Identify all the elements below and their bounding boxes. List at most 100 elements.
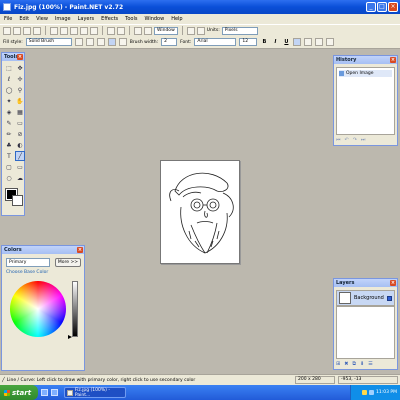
pencil-icon[interactable]: ✏ xyxy=(4,129,14,139)
grid-icon[interactable] xyxy=(186,26,195,35)
move-selection-icon[interactable]: ✥ xyxy=(15,63,25,73)
status-line-icon: ╱ xyxy=(2,377,5,383)
more-colors-button[interactable]: More >> xyxy=(55,258,81,267)
undo-icon[interactable] xyxy=(107,26,115,35)
lasso-select-icon[interactable]: ℓ xyxy=(4,74,14,84)
align-center-icon[interactable] xyxy=(304,38,313,46)
color-picker-icon[interactable]: ⊘ xyxy=(15,129,25,139)
menu-window[interactable]: Window xyxy=(144,16,164,22)
slider-handle-icon[interactable] xyxy=(68,335,72,339)
clone-stamp-icon[interactable]: ♣ xyxy=(4,140,14,150)
menu-image[interactable]: Image xyxy=(55,16,71,22)
print-icon[interactable] xyxy=(33,26,41,35)
ellipse-icon[interactable]: ○ xyxy=(4,173,14,183)
menu-file[interactable]: File xyxy=(4,16,12,22)
draw-filled-shape-icon[interactable] xyxy=(85,38,94,46)
rectangle-icon[interactable]: ▢ xyxy=(4,162,14,172)
rectangle-select-icon[interactable]: ⬚ xyxy=(4,63,14,73)
paintbrush-icon[interactable]: ✎ xyxy=(4,118,14,128)
gradient-icon[interactable]: ▦ xyxy=(15,107,25,117)
rewind-icon[interactable]: ⏮ xyxy=(336,137,341,143)
deselect-icon[interactable] xyxy=(90,26,98,35)
colors-close-icon[interactable]: × xyxy=(77,247,83,253)
open-icon[interactable] xyxy=(13,26,21,35)
alpha-blending-icon[interactable] xyxy=(118,38,127,46)
font-size-select[interactable]: 12 xyxy=(239,38,258,46)
copy-icon[interactable] xyxy=(60,26,68,35)
duplicate-layer-icon[interactable]: ⧉ xyxy=(352,361,356,367)
quick-launch-ie-icon[interactable] xyxy=(41,389,48,396)
ellipse-select-icon[interactable]: ◯ xyxy=(4,85,14,95)
menu-view[interactable]: View xyxy=(36,16,48,22)
brightness-slider[interactable] xyxy=(72,281,78,337)
layers-close-icon[interactable]: × xyxy=(390,280,396,286)
menu-edit[interactable]: Edit xyxy=(19,16,29,22)
align-left-icon[interactable] xyxy=(293,38,302,46)
start-button[interactable]: start xyxy=(0,385,38,400)
zoom-out-icon[interactable] xyxy=(144,26,152,35)
text-icon[interactable]: T xyxy=(4,151,14,161)
italic-button[interactable]: I xyxy=(271,39,279,45)
freeform-shape-icon[interactable]: ☁ xyxy=(15,173,25,183)
zoom-select[interactable]: Window xyxy=(154,26,178,35)
save-icon[interactable] xyxy=(23,26,31,35)
move-icon[interactable]: ✢ xyxy=(15,74,25,84)
history-close-icon[interactable]: × xyxy=(390,57,396,63)
delete-layer-icon[interactable]: ✖ xyxy=(344,361,348,367)
redo-history-icon[interactable]: ↷ xyxy=(353,137,357,143)
close-button[interactable]: × xyxy=(388,2,398,12)
clock[interactable]: 11:03 PM xyxy=(376,390,397,395)
magic-wand-icon[interactable]: ✦ xyxy=(4,96,14,106)
minimize-button[interactable]: _ xyxy=(366,2,376,12)
cut-icon[interactable] xyxy=(50,26,58,35)
layer-properties-icon[interactable]: ☰ xyxy=(368,361,372,367)
menu-help[interactable]: Help xyxy=(171,16,182,22)
menu-effects[interactable]: Effects xyxy=(101,16,118,22)
fill-style-select[interactable]: Solid Brush xyxy=(25,38,72,46)
quick-launch-desktop-icon[interactable] xyxy=(51,389,58,396)
line-curve-icon[interactable]: ╱ xyxy=(15,151,25,161)
underline-button[interactable]: U xyxy=(282,39,290,45)
align-right-icon[interactable] xyxy=(315,38,324,46)
redo-icon[interactable] xyxy=(117,26,125,35)
image-canvas[interactable] xyxy=(160,160,240,264)
app-icon[interactable] xyxy=(3,3,11,11)
units-select[interactable]: Pixels xyxy=(221,26,258,35)
menu-layers[interactable]: Layers xyxy=(78,16,95,22)
add-layer-icon[interactable]: ⊞ xyxy=(336,361,340,367)
color-wheel[interactable] xyxy=(10,281,66,337)
paste-icon[interactable] xyxy=(70,26,78,35)
layer-visibility-checkbox[interactable] xyxy=(387,295,392,301)
undo-history-icon[interactable]: ↶ xyxy=(345,137,349,143)
zoom-icon[interactable]: ⚲ xyxy=(15,85,25,95)
menu-tools[interactable]: Tools xyxy=(125,16,137,22)
tray-icon[interactable] xyxy=(362,390,367,395)
recolor-icon[interactable]: ◐ xyxy=(15,140,25,150)
ruler-icon[interactable] xyxy=(196,26,205,35)
layer-row[interactable]: Background xyxy=(336,290,395,306)
zoom-in-icon[interactable] xyxy=(134,26,142,35)
crop-icon[interactable] xyxy=(80,26,88,35)
pan-icon[interactable]: ✋ xyxy=(15,96,25,106)
rounded-rectangle-icon[interactable]: ▭ xyxy=(15,162,25,172)
draw-filled-outline-icon[interactable] xyxy=(96,38,105,46)
eraser-icon[interactable]: ▭ xyxy=(15,118,25,128)
maximize-button[interactable]: □ xyxy=(377,2,387,12)
taskbar-window-button[interactable]: Fiz.jpg (100%) - Paint... xyxy=(64,387,126,398)
antialiasing-icon[interactable] xyxy=(107,38,116,46)
font-label: Font: xyxy=(180,39,192,45)
paint-bucket-icon[interactable]: ◈ xyxy=(4,107,14,117)
fast-forward-icon[interactable]: ⏭ xyxy=(361,137,366,143)
new-icon[interactable] xyxy=(3,26,11,35)
tools-close-icon[interactable]: × xyxy=(17,54,23,60)
merge-layer-icon[interactable]: ⬇ xyxy=(360,361,364,367)
secondary-color-swatch[interactable] xyxy=(12,195,23,206)
brush-width-select[interactable]: 2 xyxy=(161,38,178,46)
draw-shape-outline-icon[interactable] xyxy=(74,38,83,46)
color-mode-select[interactable]: Primary xyxy=(6,258,50,267)
text-rendering-icon[interactable] xyxy=(326,38,335,46)
bold-button[interactable]: B xyxy=(260,39,268,45)
tray-icon[interactable] xyxy=(369,390,374,395)
font-select[interactable]: Arial xyxy=(194,38,237,46)
history-item[interactable]: Open Image xyxy=(339,70,392,77)
